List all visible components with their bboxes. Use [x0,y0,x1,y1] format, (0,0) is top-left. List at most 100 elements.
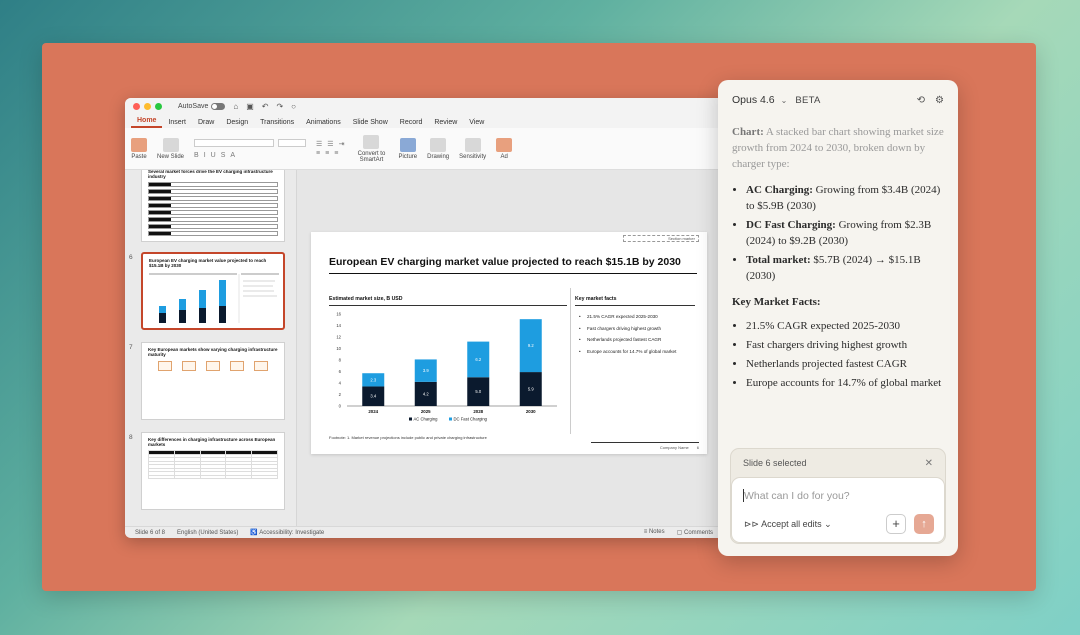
numbering-icon[interactable]: ☰ [327,140,333,148]
thumbnail-card[interactable]: Key European markets show varying chargi… [141,342,285,420]
language-indicator[interactable]: English (United States) [177,530,238,536]
undo-icon[interactable]: ↶ [262,102,269,111]
indent-icon[interactable]: ⇥ [339,140,345,148]
legend-label: DC Fast Charging [454,417,488,422]
tab-slide-show[interactable]: Slide Show [347,119,394,128]
assistant-response: Chart: A stacked bar chart showing marke… [732,124,946,401]
strikethrough-button[interactable]: S [221,152,226,159]
bar-data-label: 9.2 [528,343,534,348]
slide-counter: Slide 6 of 8 [135,529,166,536]
chevron-down-icon[interactable]: ⌄ [781,96,788,105]
maximize-window-button[interactable] [155,102,162,110]
autosave-control[interactable]: AutoSave [178,102,226,110]
addins-button[interactable]: Ad [496,137,513,160]
market-size-chart[interactable]: 0 2 4 6 8 10 12 14 16 3.4 2.3 2024 4.2 3.9 2025 5.0 6.2 2… [325,308,565,434]
align-left-icon[interactable]: ≡ [316,150,320,157]
close-icon[interactable]: ✕ [925,458,933,469]
send-button[interactable]: ↑ [914,514,934,534]
accept-all-edits-button[interactable]: ⊳⊳ Accept all edits ⌄ [744,519,832,530]
thumbnail-slide-8[interactable]: 8 Key differences in charging infrastruc… [129,432,285,510]
mini-row [148,217,278,222]
legend-swatch [409,417,412,421]
bullet-item: AC Charging: Growing from $3.4B (2024) t… [746,182,946,214]
thumbnail-card[interactable]: Several market forces drive the EV charg… [141,170,285,242]
bullet-item: Total market: $5.7B (2024) → $15.1B (203… [746,252,946,284]
bullets-icon[interactable]: ☰ [316,140,322,148]
autosave-label: AutoSave [178,102,209,110]
home-icon[interactable]: ⌂ [233,102,238,111]
selection-chip: Slide 6 selected ✕ [731,449,945,477]
notes-button[interactable]: ≡ Notes [644,529,665,536]
bar-data-label: 4.2 [423,391,429,396]
tab-design[interactable]: Design [220,119,254,128]
footnote[interactable]: Footnote: 1. Market revenue projections … [329,435,487,440]
close-window-button[interactable] [133,102,140,110]
save-icon[interactable]: ▣ [246,102,254,111]
assistant-panel: Opus 4.6 ⌄ BETA ⟲ ⚙ Chart: A stacked bar… [718,80,958,556]
font-color-icon[interactable]: A [230,152,235,159]
redo-icon[interactable]: ↷ [276,102,283,111]
thumbnail-card[interactable]: Key differences in charging infrastructu… [141,432,285,510]
align-right-icon[interactable]: ≡ [334,150,338,157]
model-selector[interactable]: Opus 4.6 [732,94,775,106]
mini-row [148,196,278,201]
italic-button[interactable]: I [204,152,206,159]
thumbnail-slide-7[interactable]: 7 Key European markets show varying char… [129,342,285,420]
slide-6[interactable]: Section marker European EV charging mark… [311,232,707,454]
sensitivity-icon [464,137,481,152]
x-tick-label: 2030 [526,409,536,414]
comments-button[interactable]: ▢ Comments [677,529,713,536]
thumbnail-card-selected[interactable]: European EV charging market value projec… [141,252,285,330]
picture-button[interactable]: Picture [398,137,417,160]
accessibility-status[interactable]: ♿ Accessibility: Investigate [250,529,324,536]
mini-row [148,210,278,215]
mini-table [148,450,278,479]
facts-list[interactable]: 21.5% CAGR expected 2025-2030 Fast charg… [579,314,676,360]
add-attachment-button[interactable]: + [886,514,906,534]
facts-heading: Key Market Facts: [732,296,821,308]
refresh-icon[interactable]: ○ [291,102,296,111]
addins-label: Ad [500,153,508,160]
slide-title[interactable]: European EV charging market value projec… [329,256,681,268]
chart-heading[interactable]: Estimated market size, B USD [329,296,403,302]
new-slide-button[interactable]: New Slide [157,137,184,160]
tab-animations[interactable]: Animations [300,119,347,128]
bold-button[interactable]: B [194,152,199,159]
underline-button[interactable]: U [211,152,216,159]
thumbnail-number [129,170,137,242]
thumbnail-slide-5[interactable]: Several market forces drive the EV charg… [129,170,285,242]
tab-insert[interactable]: Insert [162,119,192,128]
paste-button[interactable]: Paste [131,137,147,160]
facts-separator [570,288,571,434]
gear-icon[interactable]: ⚙ [935,95,944,106]
y-tick-label: 10 [336,346,341,351]
thumbnail-slide-6[interactable]: 6 European EV charging market value proj… [129,252,285,330]
prompt-input[interactable]: What can I do for you? ⊳⊳ Accept all edi… [731,477,945,543]
tab-record[interactable]: Record [394,119,429,128]
drawing-button[interactable]: Drawing [427,137,449,160]
convert-smartart-label: Convert to SmartArt [357,150,386,163]
convert-smartart-button[interactable]: Convert to SmartArt [354,134,388,163]
tab-transitions[interactable]: Transitions [254,119,300,128]
font-size-select[interactable] [278,138,307,147]
align-center-icon[interactable]: ≡ [325,150,329,157]
facts-rule [575,305,695,306]
tab-view[interactable]: View [463,119,490,128]
slide-canvas[interactable]: Section marker European EV charging mark… [297,170,723,526]
thumbnail-title: Key European markets show varying chargi… [148,347,278,357]
tab-home[interactable]: Home [131,117,163,128]
font-family-select[interactable] [194,138,275,147]
slide-thumbnails-pane[interactable]: Several market forces drive the EV charg… [125,170,297,526]
mini-row [148,231,278,236]
minimize-window-button[interactable] [144,102,151,110]
section-marker[interactable]: Section marker [623,235,699,242]
title-rule [329,273,697,274]
title-bar: AutoSave ⌂ ▣ ↶ ↷ ○ [125,98,723,114]
tab-draw[interactable]: Draw [192,119,220,128]
fact-item: 21.5% CAGR expected 2025-2030 [579,314,676,319]
facts-heading[interactable]: Key market facts [575,296,617,302]
autosave-toggle[interactable] [211,102,226,110]
tab-review[interactable]: Review [428,119,463,128]
sensitivity-button[interactable]: Sensitivity [459,137,486,160]
history-icon[interactable]: ⟲ [917,95,925,106]
